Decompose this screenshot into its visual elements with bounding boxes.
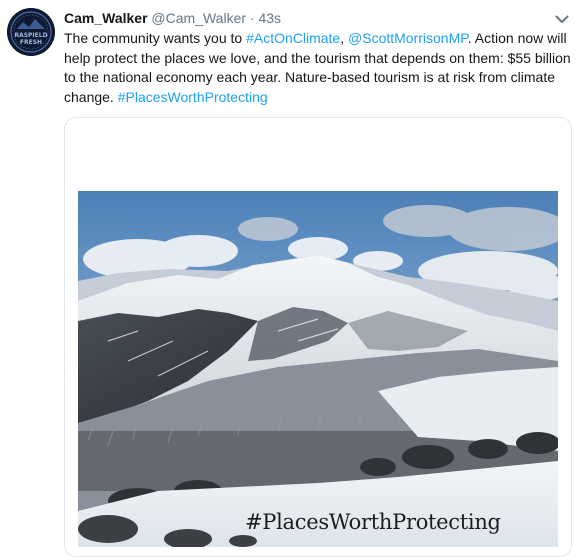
tweet[interactable]: RASPIELD FRESH Cam_Walker @Cam_Walker · … (0, 0, 586, 557)
timestamp[interactable]: 43s (258, 10, 281, 26)
avatar-text-line1: RASPIELD (14, 32, 47, 39)
tweet-text: The community wants you to #ActOnClimate… (64, 29, 576, 107)
tweet-header: Cam_Walker @Cam_Walker · 43s (64, 9, 281, 27)
display-name[interactable]: Cam_Walker (64, 10, 148, 26)
photo-caption: #PlacesWorthProtecting (245, 510, 501, 534)
avatar[interactable]: RASPIELD FRESH (7, 8, 55, 56)
avatar-text-line2: FRESH (20, 39, 42, 46)
tweet-text-segment: , (340, 30, 349, 46)
user-handle[interactable]: @Cam_Walker (151, 10, 246, 26)
hashtag-link[interactable]: #PlacesWorthProtecting (118, 89, 268, 105)
snowy-mountain-photo-icon (78, 191, 558, 547)
tweet-text-segment: The community wants you to (64, 30, 247, 46)
hashtag-link[interactable]: #ActOnClimate (246, 30, 340, 46)
media-image[interactable] (78, 191, 558, 547)
avatar-logo-icon: RASPIELD FRESH (7, 8, 55, 56)
chevron-down-icon[interactable] (554, 11, 570, 27)
separator-dot: · (249, 10, 255, 26)
mention-link[interactable]: @ScottMorrisonMP (348, 30, 468, 46)
